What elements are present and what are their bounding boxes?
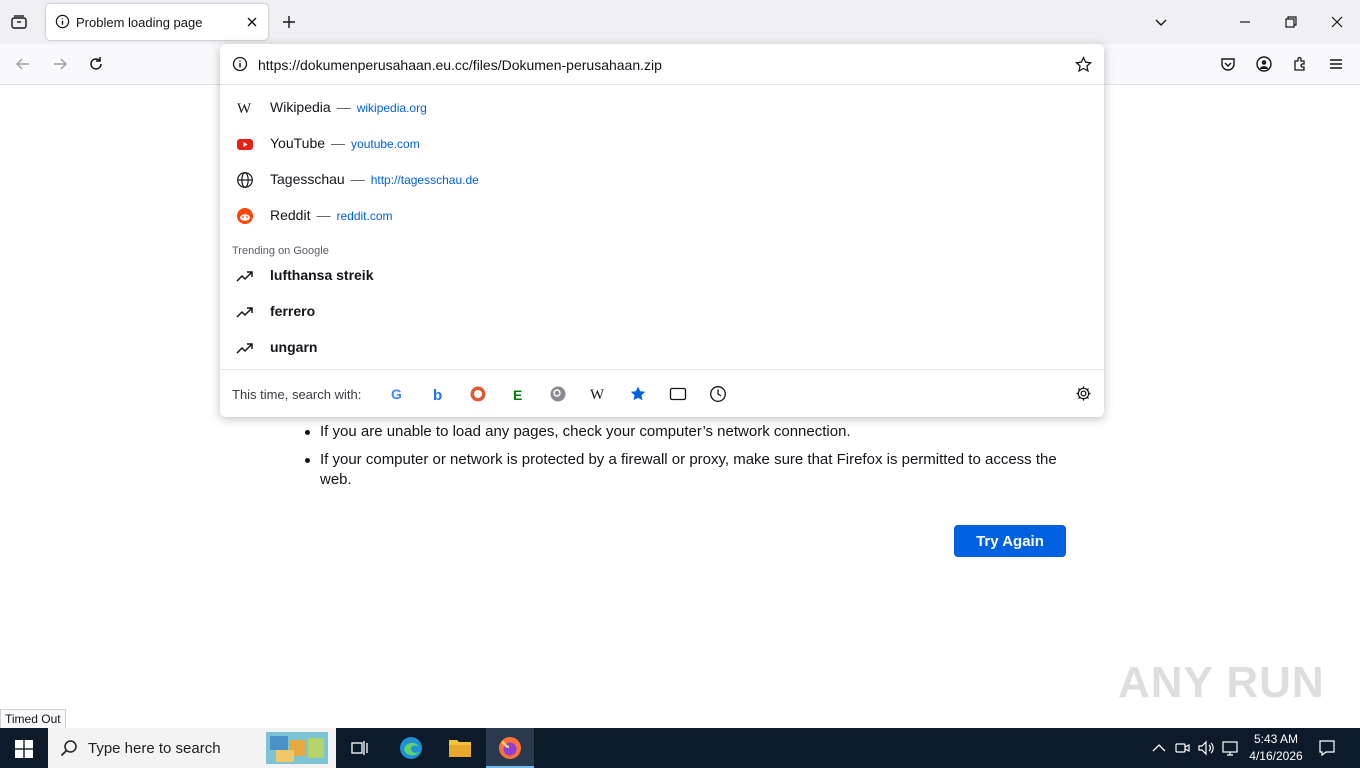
- search-placeholder: Type here to search: [88, 740, 221, 757]
- bullet-dot: [305, 430, 310, 435]
- taskbar-firefox[interactable]: [486, 728, 534, 768]
- trending-item[interactable]: lufthansa streik: [220, 258, 1104, 294]
- qwant-icon[interactable]: [549, 385, 567, 403]
- divider: [220, 369, 1104, 370]
- trending-icon: [236, 307, 253, 318]
- volume-icon[interactable]: [1198, 740, 1216, 756]
- taskbar-file-explorer[interactable]: [436, 728, 484, 768]
- suggestion-title: YouTube: [270, 135, 326, 151]
- trending-text: ferrero: [270, 303, 316, 319]
- bookmarks-icon[interactable]: [629, 385, 647, 403]
- suggestion-url: wikipedia.org: [356, 101, 427, 115]
- trending-item[interactable]: ungarn: [220, 330, 1104, 366]
- wikipedia-icon: W: [237, 101, 252, 117]
- network-icon[interactable]: [1222, 740, 1240, 756]
- svg-text:b: b: [433, 387, 442, 403]
- meet-now-icon[interactable]: [1175, 740, 1191, 756]
- globe-icon: [237, 172, 253, 188]
- search-highlight-icon: [266, 732, 328, 764]
- suggestion-reddit[interactable]: Reddit — reddit.com: [220, 198, 1104, 234]
- clock-time[interactable]: 5:43 AM: [1248, 732, 1304, 746]
- suggestion-url: http://tagesschau.de: [370, 173, 479, 187]
- svg-text:W: W: [237, 101, 252, 117]
- file-explorer-icon: [449, 740, 471, 757]
- svg-text:G: G: [391, 386, 402, 402]
- back-icon[interactable]: [15, 56, 31, 72]
- bing-icon[interactable]: b: [429, 385, 447, 403]
- suggestion-wikipedia[interactable]: W Wikipedia — wikipedia.org: [220, 90, 1104, 126]
- notification-center-icon[interactable]: [1318, 739, 1336, 757]
- trending-heading: Trending on Google: [232, 245, 329, 257]
- bullet-dot: [305, 458, 310, 463]
- tab-title: Problem loading page: [76, 15, 203, 30]
- account-icon[interactable]: [1256, 56, 1272, 72]
- trending-icon: [236, 343, 253, 354]
- error-hint-network: If you are unable to load any pages, che…: [320, 423, 851, 440]
- error-hint-firewall-cont: web.: [320, 471, 352, 488]
- suggestion-separator: —: [316, 207, 331, 223]
- taskbar-edge[interactable]: [387, 728, 435, 768]
- divider: [220, 84, 1104, 85]
- edge-icon: [400, 737, 422, 759]
- suggestion-title: Tagesschau: [270, 171, 345, 187]
- tray-overflow-icon[interactable]: [1152, 742, 1166, 754]
- ecosia-icon[interactable]: E: [509, 385, 527, 403]
- suggestion-separator: —: [350, 171, 365, 187]
- suggestion-separator: —: [336, 99, 351, 115]
- trending-text: lufthansa streik: [270, 267, 374, 283]
- google-icon[interactable]: G: [389, 385, 407, 403]
- tab-strip: Problem loading page: [0, 0, 1360, 44]
- minimize-icon[interactable]: [1238, 15, 1252, 29]
- site-info-icon[interactable]: [232, 56, 248, 72]
- search-settings-gear-icon[interactable]: [1075, 385, 1092, 402]
- list-all-tabs-icon[interactable]: [1154, 15, 1168, 29]
- close-tab-icon[interactable]: [245, 15, 259, 29]
- windows-start-icon[interactable]: [15, 740, 33, 758]
- svg-text:E: E: [513, 387, 522, 403]
- extensions-icon[interactable]: [1292, 56, 1308, 72]
- suggestion-title: Wikipedia: [270, 99, 331, 115]
- try-again-button[interactable]: Try Again: [954, 525, 1066, 557]
- trending-icon: [236, 271, 253, 282]
- pocket-icon[interactable]: [1220, 56, 1236, 72]
- tab-active[interactable]: Problem loading page: [46, 4, 268, 40]
- suggestion-youtube[interactable]: YouTube — youtube.com: [220, 126, 1104, 162]
- watermark-logo: ANY RUN: [1118, 658, 1325, 707]
- windows-taskbar: Type here to search 5:43 AM 4/16/2026: [0, 728, 1360, 768]
- task-view-icon: [351, 741, 368, 755]
- suggestion-separator: —: [331, 135, 346, 151]
- svg-text:W: W: [590, 387, 605, 403]
- error-hint-firewall: If your computer or network is protected…: [320, 451, 1057, 468]
- reload-icon[interactable]: [88, 56, 104, 72]
- suggestion-url: youtube.com: [351, 137, 420, 151]
- info-icon: [55, 14, 70, 29]
- taskbar-search-box[interactable]: Type here to search: [48, 728, 336, 768]
- clock-date[interactable]: 4/16/2026: [1244, 749, 1308, 763]
- restore-icon[interactable]: [1284, 15, 1298, 29]
- youtube-icon: [237, 139, 253, 150]
- search-with-label: This time, search with:: [232, 387, 362, 402]
- url-input[interactable]: https://dokumenperusahaan.eu.cc/files/Do…: [258, 57, 662, 73]
- new-tab-icon[interactable]: [282, 15, 296, 29]
- task-view-button[interactable]: [336, 728, 384, 768]
- trending-text: ungarn: [270, 339, 318, 355]
- firefox-icon: [499, 737, 521, 759]
- tab-overview-icon[interactable]: [10, 13, 28, 31]
- urlbar-popup: https://dokumenperusahaan.eu.cc/files/Do…: [220, 44, 1104, 417]
- forward-icon[interactable]: [52, 56, 68, 72]
- wikipedia-icon[interactable]: W: [589, 385, 607, 403]
- trending-item[interactable]: ferrero: [220, 294, 1104, 330]
- suggestion-tagesschau[interactable]: Tagesschau — http://tagesschau.de: [220, 162, 1104, 198]
- reddit-icon: [237, 208, 253, 224]
- window-close-icon[interactable]: [1330, 15, 1344, 29]
- suggestion-url: reddit.com: [336, 209, 393, 223]
- tabs-icon[interactable]: [669, 385, 687, 403]
- status-panel: Timed Out: [0, 709, 66, 730]
- suggestion-title: Reddit: [270, 207, 311, 223]
- duckduckgo-icon[interactable]: [469, 385, 487, 403]
- bookmark-star-icon[interactable]: [1075, 56, 1092, 73]
- history-icon[interactable]: [709, 385, 727, 403]
- search-icon: [60, 740, 77, 757]
- app-menu-icon[interactable]: [1328, 56, 1344, 72]
